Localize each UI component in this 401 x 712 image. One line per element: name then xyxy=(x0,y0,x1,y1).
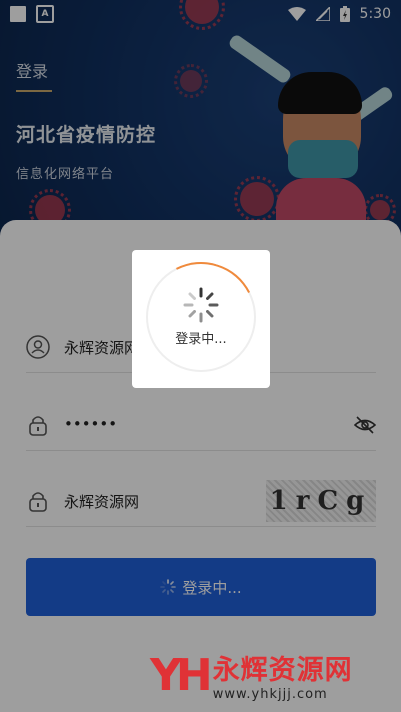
loading-text: 登录中... xyxy=(175,332,227,347)
watermark: YH 永辉资源网 www.yhkjjj.com xyxy=(150,648,353,703)
watermark-logo: YH xyxy=(150,649,213,701)
watermark-title: 永辉资源网 xyxy=(212,655,353,686)
loading-dialog: 登录中... xyxy=(131,247,271,388)
loading-spinner-icon xyxy=(183,287,219,323)
watermark-url: www.yhkjjj.com xyxy=(212,687,328,702)
